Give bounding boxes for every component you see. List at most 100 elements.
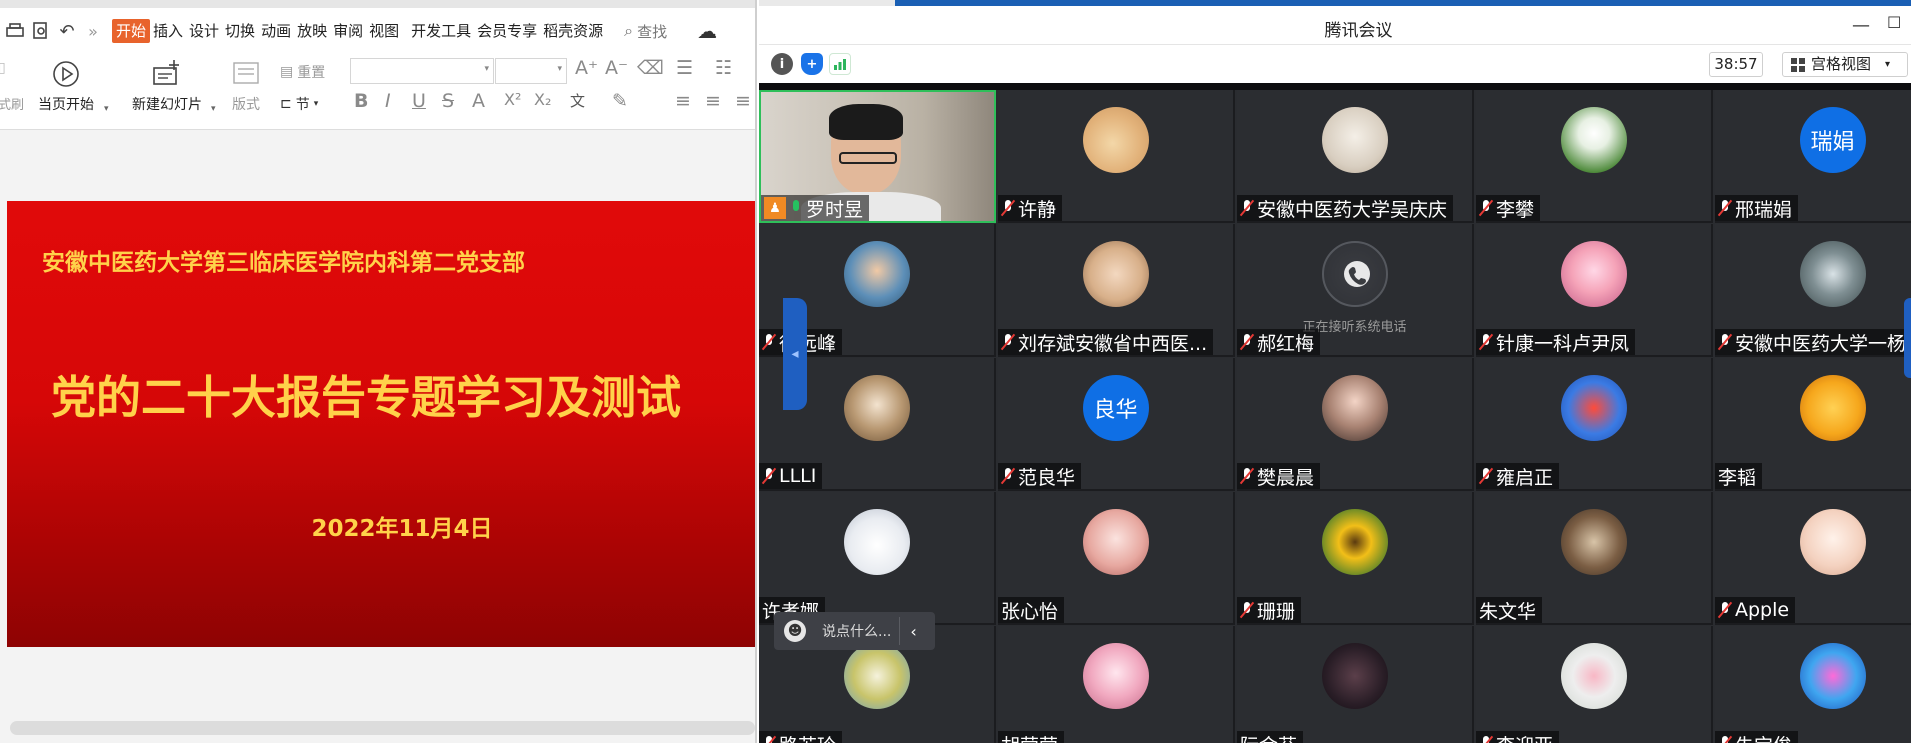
font-size-select[interactable]: ▾ [495,58,567,84]
meeting-window: 腾讯会议 — ☐ i + 38:57 宫格视图 ▾ ♟ 罗时昱 许静 安徽中医药大学吴… [759,0,1911,743]
tab-docer[interactable]: 稻壳资源 [540,19,606,43]
format-painter-icon[interactable]: ▯ [0,60,6,76]
participant-tile-15[interactable]: 李韬 [1715,358,1911,491]
play-from-current-button[interactable]: 当页开始 [38,60,94,114]
font-color-icon[interactable]: A [472,90,485,112]
participant-tile-10[interactable]: 安徽中医药大学一杨 [1715,224,1911,357]
right-sidebar-handle[interactable] [1904,298,1911,378]
participant-tile-24[interactable]: 李迎亚 [1476,626,1713,743]
participant-tile-3[interactable]: 安徽中医药大学吴庆庆 [1237,90,1474,223]
participant-tile-23[interactable]: 阮金芬 [1237,626,1474,743]
chat-bar[interactable]: ☻ 说点什么... ‹ [774,612,935,650]
participant-tile-16[interactable]: 许孝娜 [759,492,996,625]
participant-tile-7[interactable]: 刘存斌安徽省中西医... [998,224,1235,357]
participant-tile-20[interactable]: Apple [1715,492,1911,625]
align-center-icon[interactable]: ≡ [705,90,721,112]
strikethrough-icon[interactable]: S [442,90,454,112]
participant-tile-19[interactable]: 朱文华 [1476,492,1713,625]
participant-tile-25[interactable]: 朱宝俊 [1715,626,1911,743]
signal-icon[interactable] [829,53,851,75]
undo-icon[interactable]: ↶ [54,18,80,44]
tab-animation[interactable]: 动画 [258,19,294,43]
tab-member[interactable]: 会员专享 [474,19,540,43]
tab-home[interactable]: 开始 [112,19,151,43]
participant-tile-14[interactable]: 雍启正 [1476,358,1713,491]
play-from-current-label: 当页开始 [38,97,94,113]
shield-icon[interactable]: + [801,53,823,75]
participant-name: 路苏玲 [779,731,836,743]
microphone-muted-icon [1000,467,1016,485]
numbered-list-icon[interactable]: ☷ [715,57,732,79]
more-icon[interactable]: » [80,18,106,44]
participant-tile-12[interactable]: 良华 范良华 [998,358,1235,491]
print-icon[interactable] [2,18,28,44]
maximize-icon[interactable]: ☐ [1887,13,1901,32]
tab-slideshow[interactable]: 放映 [294,19,330,43]
microphone-muted-icon [1717,601,1733,619]
avatar [1082,107,1149,173]
collapse-sidebar-button[interactable]: ◂ [783,298,807,410]
participant-nameplate: LLLI [759,463,823,489]
align-right-icon[interactable]: ≡ [735,90,751,112]
meeting-timer: 38:57 [1709,52,1763,77]
tab-view[interactable]: 视图 [366,19,402,43]
participant-tile-5[interactable]: 瑞娟 邢瑞娟 [1715,90,1911,223]
participant-tile-8[interactable]: 正在接听系统电话 郝红梅 [1237,224,1474,357]
subscript-icon[interactable]: X₂ [534,90,551,109]
chevron-down-icon[interactable]: ▾ [104,104,109,114]
print-preview-icon[interactable] [28,18,54,44]
horizontal-scrollbar[interactable] [10,721,755,735]
participant-tile-13[interactable]: 樊晨晨 [1237,358,1474,491]
new-slide-icon [153,60,179,85]
avatar [1082,643,1149,709]
align-left-icon[interactable]: ≡ [675,90,691,112]
chevron-down-icon[interactable]: ▾ [211,104,216,114]
participant-tile-18[interactable]: 珊珊 [1237,492,1474,625]
cloud-icon[interactable]: ☁ [697,19,717,43]
font-family-select[interactable]: ▾ [350,58,494,84]
participant-nameplate: 张心怡 [998,597,1065,623]
slide[interactable]: 安徽中医药大学第三临床医学院内科第二党支部 党的二十大报告专题学习及测试 202… [7,201,755,647]
participant-tile-17[interactable]: 张心怡 [998,492,1235,625]
participant-nameplate: 李攀 [1476,195,1541,221]
layout-button[interactable]: 版式 [232,62,260,114]
italic-icon[interactable]: I [385,90,391,112]
increase-font-icon[interactable]: A⁺ [575,57,598,79]
search-button[interactable]: ⌕ 查找 [624,21,667,42]
participant-tile-22[interactable]: 胡莹莹 [998,626,1235,743]
emoji-icon[interactable]: ☻ [784,620,806,642]
info-icon[interactable]: i [771,53,793,75]
participant-tile-9[interactable]: 针康一科卢尹凤 [1476,224,1713,357]
minimize-icon[interactable]: — [1852,15,1870,36]
tab-developer[interactable]: 开发工具 [408,19,474,43]
decrease-font-icon[interactable]: A⁻ [605,57,628,79]
clear-format-icon[interactable]: ⌫ [637,57,664,79]
slide-date[interactable]: 2022年11月4日 [7,509,755,543]
tab-review[interactable]: 审阅 [330,19,366,43]
tab-transition[interactable]: 切换 [222,19,258,43]
superscript-icon[interactable]: X² [504,90,521,109]
microphone-muted-icon [1239,199,1255,217]
view-mode-button[interactable]: 宫格视图 ▾ [1782,52,1908,77]
phonetic-icon[interactable]: 文 [570,90,585,111]
underline-icon[interactable]: U [412,90,426,112]
avatar [1321,509,1388,575]
new-slide-button[interactable]: 新建幻灯片 [132,60,202,114]
chat-input[interactable]: 说点什么... [822,621,891,641]
tab-design[interactable]: 设计 [186,19,222,43]
reset-button[interactable]: ▤ 重置 [280,62,325,82]
format-painter-label[interactable]: 式刷 [0,94,24,113]
view-mode-label: 宫格视图 [1811,55,1872,73]
bullet-list-icon[interactable]: ☰ [676,57,693,79]
participant-tile-2[interactable]: 许静 [998,90,1235,223]
bold-icon[interactable]: B [354,90,368,112]
slide-organization-text[interactable]: 安徽中医药大学第三临床医学院内科第二党支部 [42,243,525,277]
participant-tile-4[interactable]: 李攀 [1476,90,1713,223]
section-button[interactable]: ⊏ 节 ▾ [280,94,318,114]
chevron-left-icon[interactable]: ‹ [910,622,916,641]
tab-insert[interactable]: 插入 [150,19,186,43]
slide-title[interactable]: 党的二十大报告专题学习及测试 [51,361,681,426]
participant-name: 雍启正 [1496,466,1554,489]
participant-tile-1[interactable]: ♟ 罗时昱 [759,90,996,223]
highlight-icon[interactable]: ✎ [612,90,628,112]
